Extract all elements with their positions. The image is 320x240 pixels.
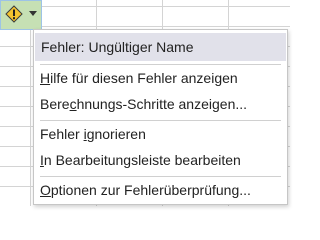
chevron-down-icon[interactable] [29,11,37,16]
menu-separator [40,120,281,121]
menu-separator [40,64,281,65]
warning-diamond-icon [5,5,23,23]
error-smart-tag-button[interactable] [0,0,42,30]
menu-item-ignore-error[interactable]: Fehler ignorieren [40,122,283,146]
menu-item-error-checking-options[interactable]: Optionen zur Fehlerüberprüfung... [40,178,283,202]
menu-item-calc-steps[interactable]: Berechnungs-Schritte anzeigen... [40,92,283,116]
menu-separator [40,176,281,177]
menu-item-edit-in-formula-bar[interactable]: In Bearbeitungsleiste bearbeiten [40,148,283,172]
error-context-menu: Fehler: Ungültiger Name Hilfe für diesen… [33,29,288,205]
menu-item-help[interactable]: Hilfe für diesen Fehler anzeigen [40,66,283,90]
menu-header-error-title: Fehler: Ungültiger Name [35,33,286,61]
